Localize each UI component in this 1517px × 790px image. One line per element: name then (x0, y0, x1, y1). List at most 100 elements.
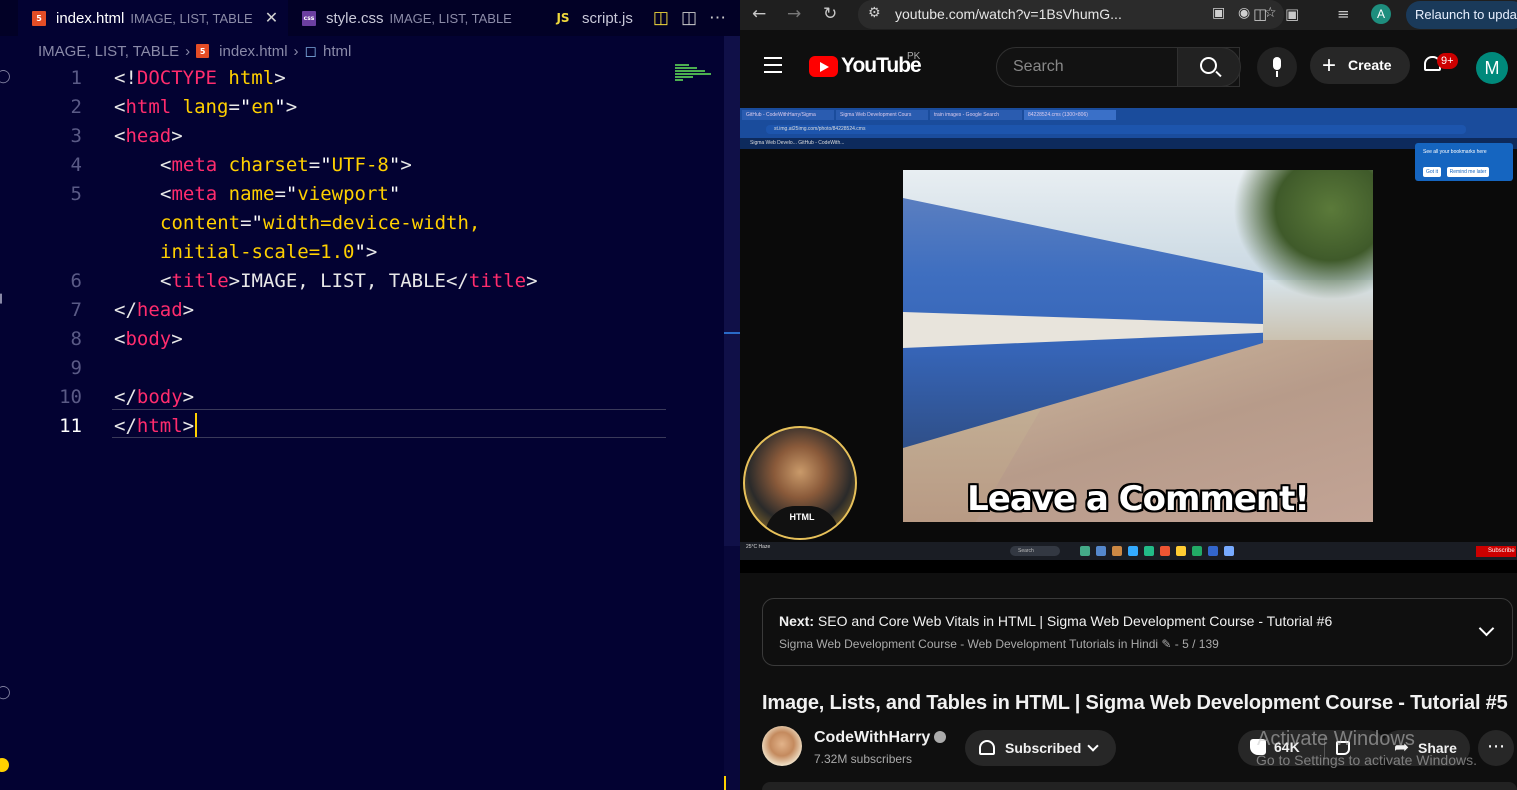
relaunch-button[interactable]: Relaunch to update (1406, 1, 1517, 29)
video-title: Image, Lists, and Tables in HTML | Sigma… (762, 692, 1508, 714)
line-number: 3 (70, 125, 82, 147)
code-text: <html lang="en"> (114, 96, 298, 118)
minimap[interactable] (675, 64, 715, 88)
bell-icon (979, 740, 995, 755)
voice-search-icon[interactable] (1257, 47, 1297, 87)
extensions-icon[interactable]: ▣ (1285, 5, 1299, 23)
scrollbar-thumb[interactable] (724, 36, 740, 546)
editor-actions: ◫ ◫ ⋯ (653, 0, 726, 36)
profile-avatar[interactable]: A (1371, 4, 1391, 24)
more-options-icon[interactable]: ⋯ (1478, 730, 1514, 766)
playlist-info: Sigma Web Development Course - Web Devel… (779, 637, 1219, 651)
channel-name[interactable]: CodeWithHarry (814, 729, 947, 747)
tab-index-html[interactable]: 5 index.html IMAGE, LIST, TABLE ✕ (18, 0, 288, 36)
hide-icon[interactable]: ◉ (1238, 5, 1250, 21)
code-text: </head> (114, 299, 195, 321)
back-icon[interactable]: ← (752, 4, 766, 24)
line-number: 1 (70, 67, 82, 89)
code-line: 3 <head> (0, 122, 740, 151)
train-photo: Leave a Comment! (903, 170, 1373, 522)
css-file-icon: css (302, 10, 316, 26)
code-line: 8 <body> (0, 325, 740, 354)
playlist-emoji-icon: ✎ - (1161, 637, 1183, 651)
youtube-header: YouTube PK Search + Create 9+ M (740, 30, 1517, 108)
html5-file-icon: 5 (32, 10, 46, 26)
tab-file-name: style.css (326, 9, 384, 27)
video-frame: GitHub - CodeWithHarry/Sigma Sigma Web D… (740, 108, 1517, 560)
line-number: 6 (70, 270, 82, 292)
verified-icon (934, 731, 947, 743)
line-number: 7 (70, 299, 82, 321)
tab-style-css[interactable]: css style.css IMAGE, LIST, TABLE (290, 0, 530, 36)
breadcrumb-symbol[interactable]: html (323, 43, 351, 60)
code-line: 2 <html lang="en"> (0, 93, 740, 122)
presenter-shirt: HTML (765, 506, 839, 538)
tab-script-js[interactable]: JS script.js (544, 0, 636, 36)
code-line: 9 (0, 354, 740, 383)
line-number: 8 (70, 328, 82, 350)
description-box-edge (762, 782, 1517, 790)
playlist-name: Sigma Web Development Course - Web Devel… (779, 637, 1159, 651)
video-overlay-text: Leave a Comment! (967, 479, 1310, 519)
tab-file-desc: IMAGE, LIST, TABLE (389, 10, 512, 26)
menu-icon[interactable] (764, 57, 782, 78)
chevron-down-icon[interactable] (1478, 620, 1495, 637)
media-controls-icon[interactable]: ≡ (1337, 5, 1350, 23)
recorded-bookmarks: Sigma Web Develo... GitHub - CodeWith... (740, 138, 1517, 149)
code-line-wrapped: initial-scale=1.0"> (0, 238, 740, 267)
address-bar[interactable]: ⚙ youtube.com/watch?v=1BsVhumG... ▣ ◉ ☆ (858, 0, 1284, 29)
next-video-card[interactable]: Next: SEO and Core Web Vitals in HTML | … (762, 598, 1513, 666)
url-text[interactable]: youtube.com/watch?v=1BsVhumG... (895, 6, 1122, 22)
youtube-logo[interactable]: YouTube (809, 54, 922, 78)
breadcrumb-file[interactable]: index.html (219, 43, 287, 60)
channel-avatar[interactable] (762, 726, 802, 766)
cursor-position-marker (724, 332, 740, 334)
search-button[interactable] (1177, 47, 1241, 87)
settings-icon[interactable]: ◯ (0, 684, 11, 700)
close-tab-icon[interactable]: ✕ (265, 8, 278, 28)
split-editor-icon[interactable]: ◫ (681, 8, 697, 28)
account-avatar[interactable]: M (1476, 52, 1508, 84)
editor-tab-bar: 5 index.html IMAGE, LIST, TABLE ✕ css st… (0, 0, 740, 36)
line-number: 9 (70, 357, 82, 379)
code-line-wrapped: content="width=device-width, (0, 209, 740, 238)
browser-toolbar: ← → ↻ ⚙ youtube.com/watch?v=1BsVhumG... … (740, 0, 1517, 30)
editor-scrollbar[interactable] (724, 36, 740, 790)
playlist-position: 5 / 139 (1182, 637, 1219, 651)
code-line: 10 </body> (0, 383, 740, 412)
activate-windows-watermark: Activate Windows (1257, 728, 1415, 750)
line-number: 11 (59, 415, 82, 437)
recorded-subscribe-badge: Subscribe (1476, 546, 1516, 557)
reload-icon[interactable]: ↻ (823, 4, 837, 24)
forward-icon[interactable]: → (787, 4, 801, 24)
channel-name-text[interactable]: CodeWithHarry (814, 729, 930, 746)
recorded-taskbar: 25°C Haze Search Subscribe (740, 542, 1517, 560)
more-actions-icon[interactable]: ⋯ (709, 8, 726, 28)
site-info-icon[interactable]: ⚙ (868, 5, 881, 21)
recorded-tab: train images - Google Search (930, 110, 1022, 120)
browser-window: ← → ↻ ⚙ youtube.com/watch?v=1BsVhumG... … (740, 0, 1517, 790)
video-player[interactable]: GitHub - CodeWithHarry/Sigma Sigma Web D… (740, 108, 1517, 573)
recorded-bookmark-popup: See all your bookmarks here Got it Remin… (1415, 143, 1513, 181)
html5-file-icon: 5 (196, 44, 210, 58)
chevron-right-icon: › (293, 42, 299, 60)
code-line: 6 <title>IMAGE, LIST, TABLE</title> (0, 267, 740, 296)
code-text: initial-scale=1.0"> (160, 241, 378, 263)
country-code: PK (907, 51, 921, 62)
recorded-address-bar: st.img.at25img.com/photo/84228524.cms (740, 121, 1517, 138)
code-text: <meta name="viewport" (160, 183, 401, 205)
code-line: 7 </head> (0, 296, 740, 325)
code-text: content="width=device-width, (160, 212, 481, 234)
breadcrumb-folder[interactable]: IMAGE, LIST, TABLE (38, 43, 179, 60)
subscribed-label: Subscribed (1005, 740, 1082, 756)
split-screen-icon[interactable]: ◫ (1253, 5, 1267, 23)
install-app-icon[interactable]: ▣ (1212, 5, 1225, 21)
search-icon (1200, 57, 1217, 74)
create-button[interactable]: + Create (1310, 47, 1410, 84)
recorded-tab-strip: GitHub - CodeWithHarry/Sigma Sigma Web D… (740, 108, 1517, 121)
plus-icon: + (1322, 52, 1337, 79)
open-changes-icon[interactable]: ◫ (653, 8, 669, 28)
subscribed-button[interactable]: Subscribed (965, 730, 1116, 766)
code-editor: 5 index.html IMAGE, LIST, TABLE ✕ css st… (0, 0, 740, 790)
chevron-right-icon: › (185, 42, 191, 60)
